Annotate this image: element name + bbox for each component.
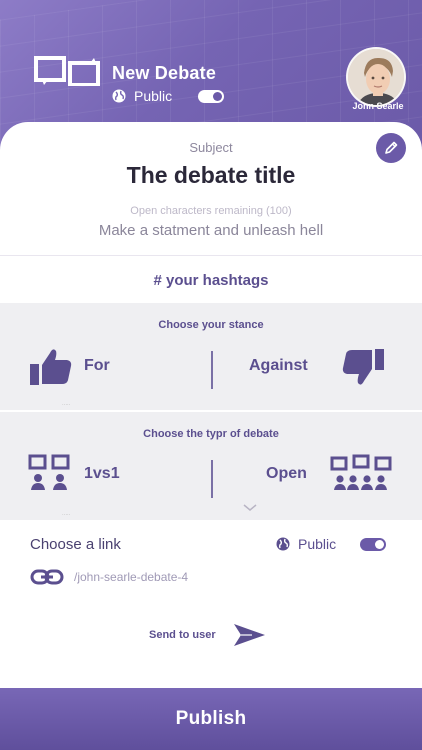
- app-logo-icon: [34, 56, 100, 86]
- for-option[interactable]: For: [84, 357, 110, 375]
- subject-label: Subject: [189, 140, 233, 155]
- type-footnote: ·····: [62, 512, 71, 518]
- one-vs-one-option[interactable]: 1vs1: [84, 465, 120, 483]
- pencil-icon: [385, 141, 398, 154]
- thumbs-up-icon[interactable]: [28, 347, 74, 387]
- globe-icon: [276, 537, 290, 551]
- debate-form-card: Subject The debate title Open characters…: [0, 122, 422, 687]
- stance-section: Choose your stance For Against ·····: [0, 303, 422, 410]
- hashtags-input[interactable]: # your hashtags: [0, 272, 422, 289]
- globe-icon: [112, 89, 126, 103]
- debate-type-title: Choose the typr of debate: [143, 428, 279, 440]
- stance-footnote: ·····: [62, 402, 71, 408]
- divider: [0, 255, 422, 256]
- user-name: John Searle: [352, 101, 404, 111]
- thumbs-down-icon[interactable]: [340, 347, 386, 387]
- debate-title-input[interactable]: The debate title: [0, 162, 422, 189]
- link-icon: [30, 569, 64, 585]
- against-option[interactable]: Against: [249, 357, 308, 375]
- new-debate-screen: New Debate Public John Searle Subject Th…: [0, 0, 422, 750]
- visibility-row: Public: [112, 88, 225, 104]
- send-label: Send to user: [149, 629, 216, 641]
- link-slug: /john-searle-debate-4: [74, 570, 189, 584]
- stance-title: Choose your stance: [158, 319, 264, 331]
- chars-remaining: Open characters remaining (100): [130, 205, 292, 217]
- app-title: New Debate: [112, 63, 217, 83]
- edit-button[interactable]: [376, 133, 406, 163]
- users-two-icon[interactable]: [28, 454, 74, 494]
- debate-type-section: Choose the typr of debate 1vs1 Open ····…: [0, 412, 422, 520]
- link-title: Choose a link: [30, 536, 121, 553]
- link-visibility-toggle[interactable]: [360, 537, 387, 551]
- send-icon: [233, 624, 265, 646]
- stance-divider: [211, 351, 213, 389]
- visibility-label: Public: [134, 88, 173, 104]
- link-row[interactable]: /john-searle-debate-4: [30, 568, 188, 586]
- publish-button[interactable]: Publish: [0, 688, 422, 750]
- link-visibility-row: Public: [276, 536, 387, 552]
- send-to-user-button[interactable]: Send to user: [149, 622, 266, 648]
- visibility-toggle[interactable]: [198, 89, 225, 103]
- chevron-down-icon[interactable]: [242, 503, 258, 512]
- type-divider: [211, 460, 213, 498]
- avatar[interactable]: [346, 47, 406, 107]
- statement-input[interactable]: Make a statment and unleash hell: [0, 222, 422, 239]
- users-group-icon[interactable]: [330, 454, 392, 494]
- link-visibility-label: Public: [298, 536, 337, 552]
- open-option[interactable]: Open: [266, 465, 307, 483]
